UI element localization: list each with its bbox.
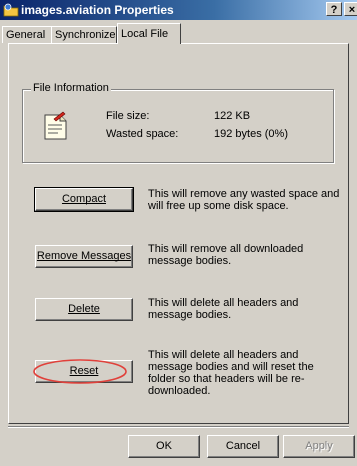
title-bar[interactable]: images.aviation Properties ? × xyxy=(0,0,357,20)
window-title: images.aviation Properties xyxy=(21,3,174,17)
tab-synchronize[interactable]: Synchronize xyxy=(51,26,117,43)
tab-strip: General Synchronize Local File xyxy=(0,22,357,44)
close-button[interactable]: × xyxy=(344,2,357,16)
tab-local-file[interactable]: Local File xyxy=(117,23,181,44)
properties-dialog: images.aviation Properties ? × General S… xyxy=(0,0,357,466)
tab-panel xyxy=(8,43,349,424)
ok-button[interactable]: OK xyxy=(128,435,200,458)
outlook-folder-icon xyxy=(3,3,19,17)
cancel-button[interactable]: Cancel xyxy=(207,435,279,458)
file-information-label: File Information xyxy=(31,82,111,94)
apply-button[interactable]: Apply xyxy=(283,435,355,458)
tab-general[interactable]: General xyxy=(2,26,52,43)
footer-separator xyxy=(8,426,349,428)
help-button[interactable]: ? xyxy=(326,2,342,16)
